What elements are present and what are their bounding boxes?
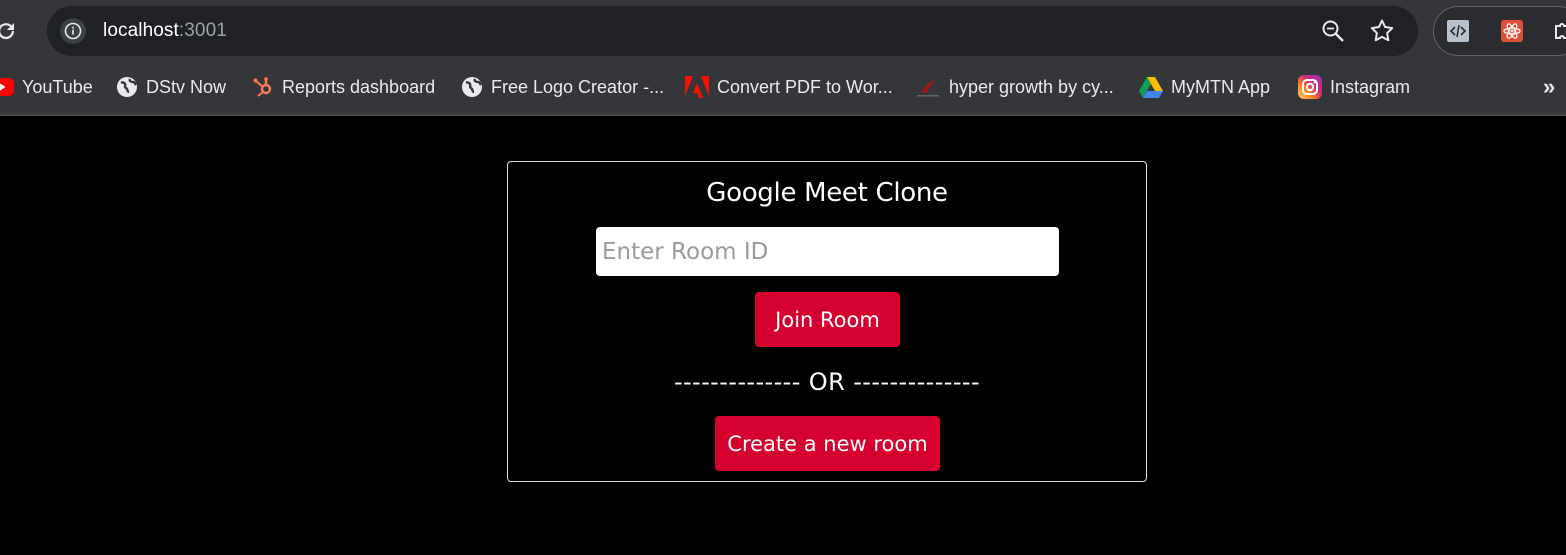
- extensions-area: [1433, 6, 1566, 56]
- bookmarks-bar: YouTube DStv Now Reports dashboard Free …: [0, 62, 1566, 116]
- browser-toolbar: localhost:3001: [0, 0, 1566, 62]
- adobe-icon: [685, 76, 709, 98]
- youtube-icon: [0, 78, 14, 96]
- code-extension-icon[interactable]: [1446, 19, 1470, 43]
- bookmark-label: MyMTN App: [1171, 76, 1271, 97]
- bookmark-reports-dashboard[interactable]: Reports dashboard: [252, 74, 435, 100]
- join-room-card: Google Meet Clone Join Room ------------…: [507, 161, 1147, 482]
- globe-icon: [462, 77, 482, 97]
- bookmark-mymtn-app[interactable]: MyMTN App: [1139, 74, 1270, 100]
- address-bar[interactable]: localhost:3001: [47, 6, 1418, 56]
- or-divider: -------------- OR --------------: [673, 368, 981, 396]
- hubspot-icon: [253, 77, 272, 97]
- instagram-icon: [1298, 75, 1322, 99]
- site-info-icon[interactable]: [60, 18, 86, 44]
- bookmark-convert-pdf[interactable]: Convert PDF to Wor...: [685, 74, 893, 100]
- reload-icon[interactable]: [0, 19, 18, 43]
- url-host: localhost: [103, 20, 179, 41]
- url-text: localhost:3001: [103, 20, 227, 42]
- zoom-icon[interactable]: [1320, 18, 1346, 44]
- bookmark-label: Free Logo Creator -...: [491, 76, 665, 97]
- extensions-puzzle-icon[interactable]: [1552, 19, 1566, 43]
- room-id-input[interactable]: [596, 227, 1059, 276]
- bookmark-hyper-growth[interactable]: hyper growth by cy...: [915, 74, 1114, 100]
- bookmark-youtube[interactable]: YouTube: [0, 74, 93, 100]
- page-title: Google Meet Clone: [706, 178, 948, 208]
- more-bookmarks-icon[interactable]: »: [1543, 74, 1555, 100]
- bookmark-label: DStv Now: [146, 76, 227, 97]
- url-port: :3001: [178, 20, 227, 41]
- create-room-button[interactable]: Create a new room: [715, 416, 940, 471]
- bookmark-label: Convert PDF to Wor...: [717, 76, 893, 97]
- bookmark-instagram[interactable]: Instagram: [1298, 74, 1410, 100]
- bookmark-dstv-now[interactable]: DStv Now: [116, 74, 226, 100]
- google-drive-icon: [1139, 76, 1163, 98]
- page-icon: [917, 80, 939, 97]
- globe-icon: [117, 77, 137, 97]
- bookmark-label: Instagram: [1330, 76, 1411, 97]
- join-room-button[interactable]: Join Room: [755, 292, 900, 347]
- bookmark-label: YouTube: [22, 76, 93, 97]
- bookmark-label: hyper growth by cy...: [949, 76, 1114, 97]
- bookmark-star-icon[interactable]: [1368, 17, 1396, 45]
- react-devtools-icon[interactable]: [1500, 19, 1524, 43]
- bookmark-label: Reports dashboard: [282, 76, 436, 97]
- bookmark-free-logo-creator[interactable]: Free Logo Creator -...: [461, 74, 664, 100]
